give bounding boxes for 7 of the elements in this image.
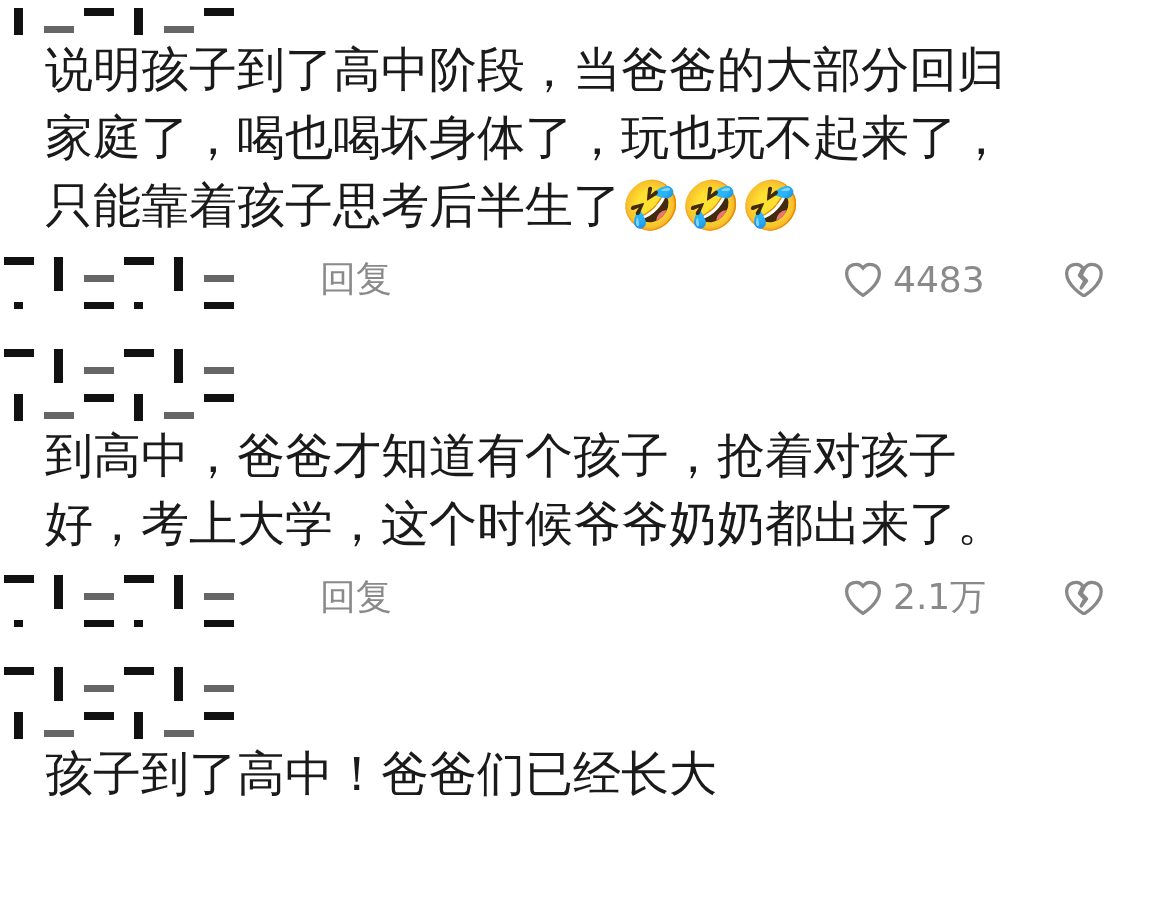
comment-text: 到高中，爸爸才知道有个孩子，抢着对孩子 好，考上大学，这个时候爷爷奶奶都出来了。 [45, 426, 1006, 553]
like-count: 2.1万 [893, 574, 988, 619]
comment-text: 孩子到了高中！爸爸们已经长大 [45, 744, 718, 803]
like-count: 4483 [893, 258, 986, 300]
comment-text: 说明孩子到了高中阶段，当爸爸的大部分回归 家庭了，喝也喝坏身体了，玩也玩不起来了， 只能靠着孩子思考后半生了🤣🤣🤣 [45, 40, 1006, 235]
reply-link[interactable]: 回复 [320, 572, 392, 622]
reply-link[interactable]: 回复 [320, 254, 392, 304]
